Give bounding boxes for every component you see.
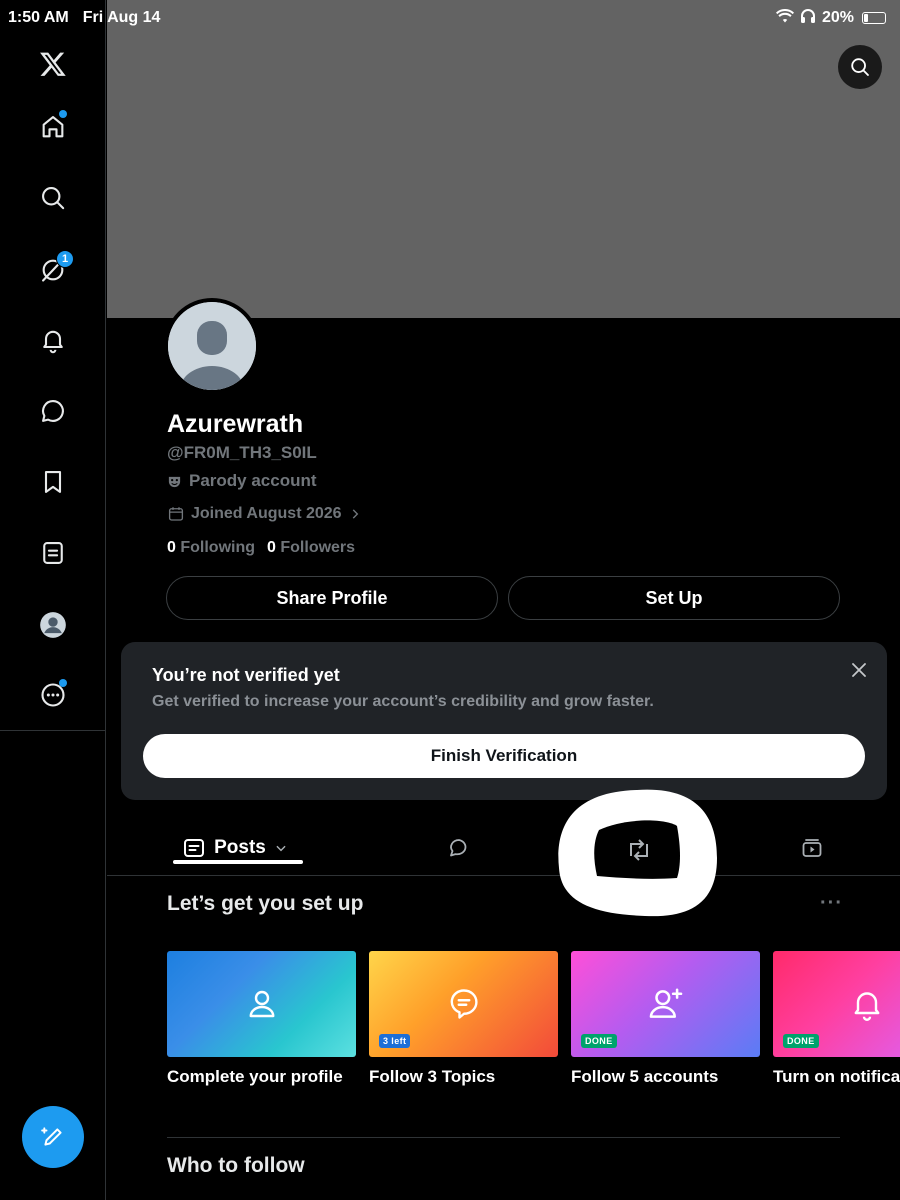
sidebar-item-explore[interactable] [33, 178, 73, 218]
compose-button[interactable] [22, 1106, 84, 1168]
profile-avatar[interactable] [164, 298, 260, 394]
setup-more-button[interactable]: ··· [820, 892, 843, 915]
battery-percent: 20% [821, 9, 854, 26]
follow-stats: 0 Following 0 Followers [167, 539, 355, 557]
set-up-button[interactable]: Set Up [508, 576, 840, 620]
calendar-icon [168, 507, 184, 521]
default-avatar-icon [168, 302, 256, 390]
wifi-icon [775, 8, 794, 28]
sidebar-item-bookmarks[interactable] [33, 462, 73, 502]
status-time: 1:50 AM [8, 9, 69, 26]
followers-link[interactable]: 0 Followers [267, 539, 355, 557]
x-logo-icon[interactable] [33, 44, 73, 84]
joined-date[interactable]: Joined August 2026 [167, 505, 362, 523]
setup-card-notifications[interactable]: DONE [773, 951, 900, 1057]
followers-count: 0 [267, 539, 276, 556]
close-icon [852, 663, 866, 677]
reply-icon [450, 839, 467, 857]
verification-card: You’re not verified yet Get verified to … [121, 642, 887, 800]
bookmark-icon [44, 471, 62, 493]
battery-icon [862, 12, 886, 24]
sidebar-item-lists[interactable] [33, 533, 73, 573]
sidebar-divider [0, 730, 106, 731]
tab-posts-label: Posts [214, 837, 266, 858]
status-date: Fri Aug 14 [82, 9, 161, 26]
notifications-done-badge: DONE [783, 1034, 819, 1048]
topic-icon [450, 989, 478, 1019]
finish-verification-button[interactable]: Finish Verification [143, 734, 865, 778]
following-label: Following [180, 539, 256, 556]
verification-title: You’re not verified yet [152, 665, 340, 685]
setup-section-title: Let’s get you set up [167, 892, 364, 915]
grok-count-badge: 1 [56, 250, 74, 268]
sidebar-item-grok[interactable]: 1 [33, 250, 74, 290]
chat-bubble-icon [42, 400, 64, 422]
sidebar: 1 [0, 0, 106, 1200]
list-icon [43, 542, 63, 564]
person-add-icon [649, 988, 682, 1018]
share-profile-button[interactable]: Share Profile [166, 576, 498, 620]
setup-card-topics[interactable]: 3 left [369, 951, 558, 1057]
sidebar-item-notifications[interactable] [33, 320, 73, 360]
setup-card-notifications-label: Turn on notifica [773, 1067, 900, 1086]
verification-close-button[interactable] [849, 660, 869, 680]
compose-icon [41, 1127, 62, 1146]
parody-label: Parody account [167, 471, 317, 491]
video-icon [802, 839, 822, 857]
verification-subtitle: Get verified to increase your account’s … [152, 693, 654, 710]
search-icon [42, 187, 65, 210]
section-divider [167, 1137, 840, 1138]
chevron-down-icon [276, 845, 286, 852]
chevron-right-icon [352, 509, 358, 519]
tab-replies[interactable] [439, 820, 479, 876]
joined-text: Joined August 2026 [191, 505, 342, 522]
tab-active-indicator [173, 860, 303, 864]
posts-icon [184, 839, 205, 857]
sidebar-item-profile[interactable] [33, 605, 73, 645]
setup-card-accounts-label: Follow 5 accounts [571, 1067, 719, 1086]
bell-icon [854, 992, 879, 1021]
setup-card-topics-label: Follow 3 Topics [369, 1067, 496, 1086]
setup-card-profile[interactable] [167, 951, 356, 1057]
person-icon [249, 990, 274, 1018]
following-count: 0 [167, 539, 176, 556]
sidebar-item-communities[interactable] [33, 391, 73, 431]
search-icon [851, 58, 869, 76]
setup-card-accounts[interactable]: DONE [571, 951, 760, 1057]
banner-search-button[interactable] [838, 45, 882, 89]
more-notification-dot [59, 679, 67, 687]
display-name: Azurewrath [167, 410, 304, 438]
parody-text: Parody account [189, 471, 317, 490]
accounts-done-badge: DONE [581, 1034, 617, 1048]
home-notification-dot [59, 110, 67, 118]
avatar-icon [40, 612, 66, 638]
status-bar: 1:50 AM Fri Aug 14 20% [0, 0, 900, 36]
sidebar-item-home[interactable] [33, 107, 73, 147]
following-link[interactable]: 0 Following [167, 539, 255, 557]
tab-posts[interactable]: Posts [167, 820, 303, 876]
topics-badge: 3 left [379, 1034, 411, 1048]
bell-icon [43, 330, 63, 354]
tab-videos[interactable] [792, 820, 832, 876]
profile-banner[interactable] [107, 0, 900, 318]
profile-main: Azurewrath @FR0M_TH3_S0IL Parody account… [107, 0, 900, 1200]
headphones-icon [800, 8, 816, 29]
setup-card-profile-label: Complete your profile [167, 1067, 343, 1086]
profile-tabs: Posts [107, 820, 900, 876]
scribble-annotation [558, 789, 717, 917]
user-handle: @FR0M_TH3_S0IL [167, 443, 317, 462]
who-to-follow-title: Who to follow [167, 1154, 305, 1177]
sidebar-item-more[interactable] [33, 675, 73, 715]
followers-label: Followers [280, 539, 356, 556]
parody-mask-icon [168, 476, 181, 487]
